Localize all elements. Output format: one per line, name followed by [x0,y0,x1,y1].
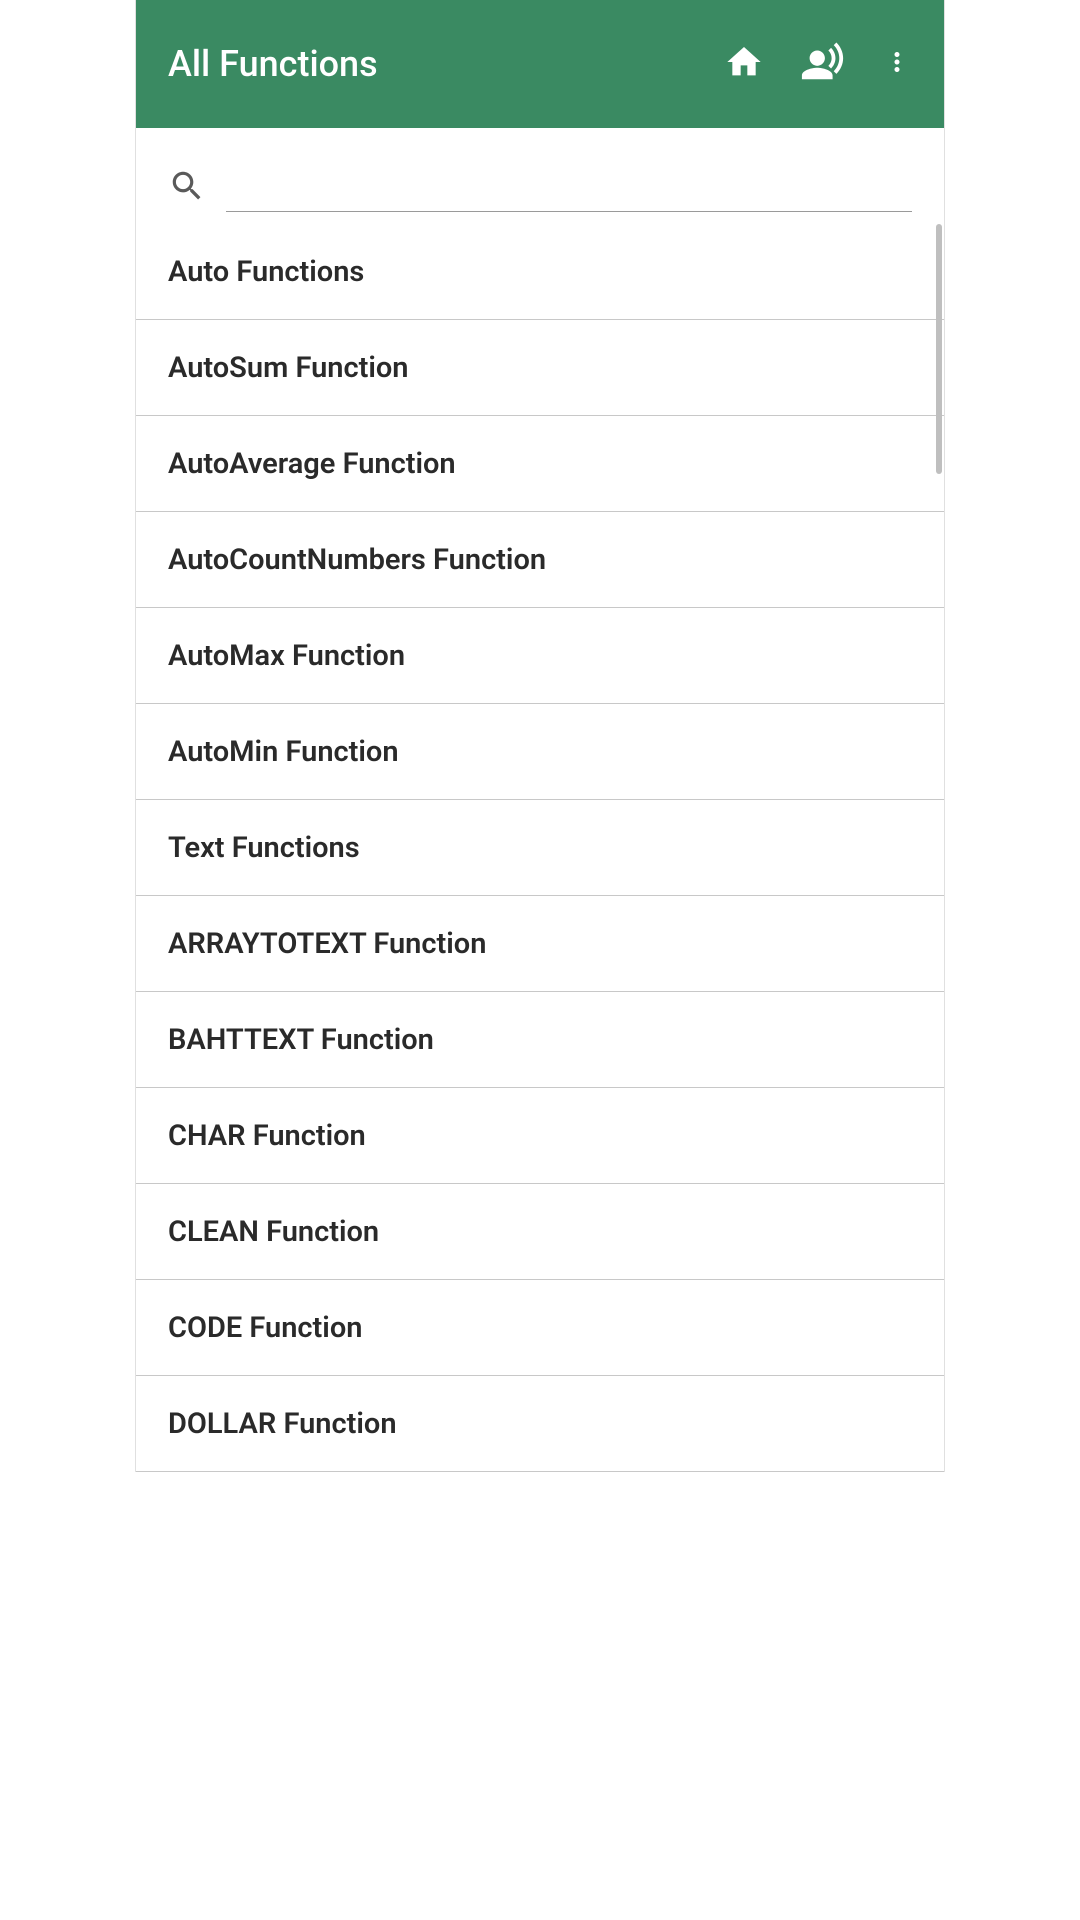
search-row [136,128,944,224]
list-item-label: AutoCountNumbers Function [168,543,546,577]
list-item-label: CHAR Function [168,1119,366,1153]
list-item-label: AutoSum Function [168,351,409,385]
function-list: Auto Functions AutoSum Function AutoAver… [136,224,944,1472]
list-item[interactable]: Text Functions [136,800,944,896]
page-title: All Functions [168,43,378,85]
list-item-label: AutoMin Function [168,735,399,769]
home-icon [724,42,764,86]
list-item-label: DOLLAR Function [168,1407,397,1441]
list-item-label: CODE Function [168,1311,362,1345]
search-input[interactable] [226,161,912,212]
list-item[interactable]: CODE Function [136,1280,944,1376]
voice-icon [800,39,846,89]
more-button[interactable] [882,47,912,81]
list-item[interactable]: AutoSum Function [136,320,944,416]
app-container: All Functions [135,0,945,1472]
list-item[interactable]: AutoCountNumbers Function [136,512,944,608]
list-item[interactable]: DOLLAR Function [136,1376,944,1472]
list-item[interactable]: AutoAverage Function [136,416,944,512]
scroll-indicator[interactable] [936,224,942,474]
list-item[interactable]: AutoMin Function [136,704,944,800]
list-item[interactable]: CHAR Function [136,1088,944,1184]
list-item-label: Text Functions [168,831,360,865]
list-item[interactable]: ARRAYTOTEXT Function [136,896,944,992]
list-item[interactable]: Auto Functions [136,224,944,320]
header-actions [724,39,912,89]
app-header: All Functions [136,0,944,128]
list-item-label: AutoMax Function [168,639,405,673]
home-button[interactable] [724,42,764,86]
list-item[interactable]: AutoMax Function [136,608,944,704]
list-item-label: CLEAN Function [168,1215,379,1249]
voice-button[interactable] [800,39,846,89]
list-item-label: Auto Functions [168,255,364,289]
list-item-label: AutoAverage Function [168,447,456,481]
list-item[interactable]: CLEAN Function [136,1184,944,1280]
list-item-label: BAHTTEXT Function [168,1023,434,1057]
list-item[interactable]: BAHTTEXT Function [136,992,944,1088]
search-icon [168,167,206,205]
list-item-label: ARRAYTOTEXT Function [168,927,486,961]
more-vert-icon [882,47,912,81]
